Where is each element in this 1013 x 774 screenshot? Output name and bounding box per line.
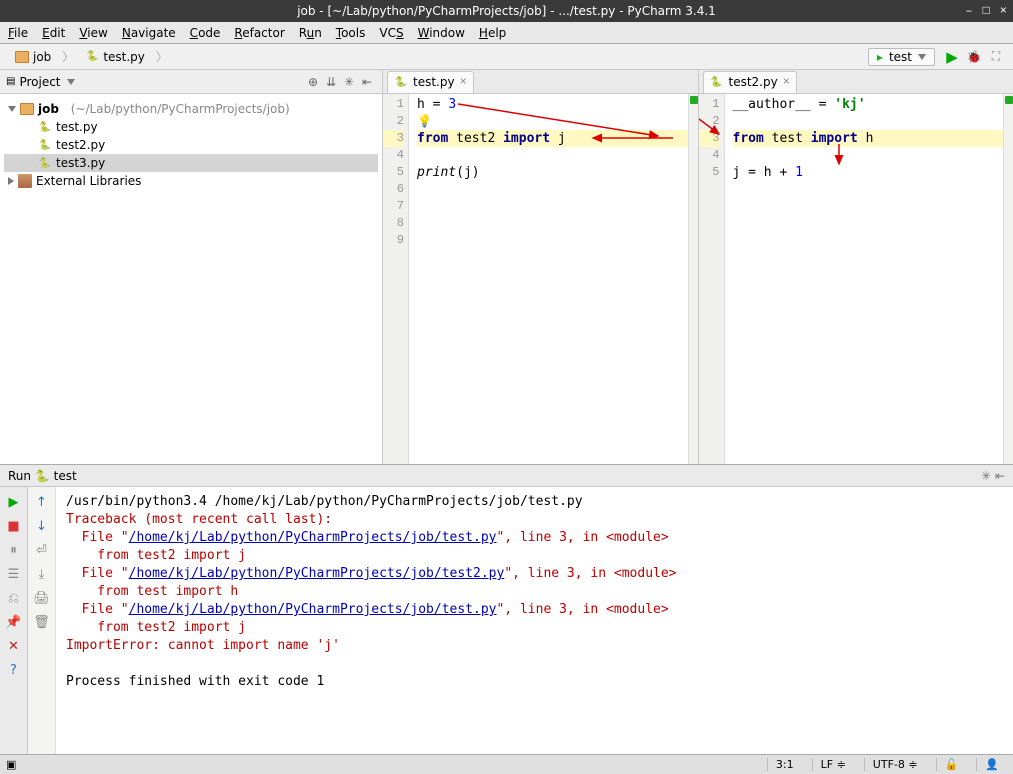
window-titlebar: job - [~/Lab/python/PyCharmProjects/job]…: [0, 0, 1013, 22]
file-link[interactable]: /home/kj/Lab/python/PyCharmProjects/job/…: [129, 602, 497, 617]
rerun-icon[interactable]: ▶: [5, 493, 23, 511]
tree-file[interactable]: test2.py: [4, 136, 378, 154]
gutter[interactable]: 12345: [699, 94, 725, 464]
soft-wrap-icon[interactable]: ⏎: [33, 541, 51, 559]
expand-icon[interactable]: [8, 177, 14, 185]
dropdown-icon: [67, 79, 75, 85]
down-icon[interactable]: ↓: [33, 517, 51, 535]
editor-area: test.py× 123456789 h = 3 💡 from test2 im…: [383, 70, 1013, 464]
run-config-selector[interactable]: ▸test: [868, 48, 935, 66]
clear-all-icon[interactable]: 🗑: [33, 613, 51, 631]
help-icon[interactable]: ?: [5, 661, 23, 679]
folder-icon: [15, 51, 29, 63]
dump-threads-icon[interactable]: ☰: [5, 565, 23, 583]
menu-navigate[interactable]: Navigate: [122, 26, 176, 40]
line-ending[interactable]: LF ≑: [812, 758, 854, 771]
gutter[interactable]: 123456789: [383, 94, 409, 464]
tab-test2-py[interactable]: test2.py×: [703, 71, 797, 93]
inspection-ok-icon: [690, 96, 698, 104]
tab-test-py[interactable]: test.py×: [387, 71, 474, 93]
print-icon[interactable]: 🖨: [33, 589, 51, 607]
python-file-icon: [38, 156, 52, 170]
scroll-to-end-icon[interactable]: ⤓: [33, 565, 51, 583]
menu-refactor[interactable]: Refactor: [234, 26, 284, 40]
tree-file[interactable]: test.py: [4, 118, 378, 136]
menu-code[interactable]: Code: [190, 26, 221, 40]
breadcrumb-root[interactable]: job: [6, 47, 60, 67]
stop-icon[interactable]: ■: [5, 517, 23, 535]
python-file-icon: [85, 50, 99, 64]
project-title: Project: [19, 75, 60, 89]
code-editor[interactable]: h = 3 💡 from test2 import j print(j): [409, 94, 698, 464]
run-panel: Run 🐍 test ✳ ⇤ ▶ ■ ⏸ ☰ ⎌ 📌 ✕ ? ↑ ↓ ⏎ ⤓ 🖨…: [0, 465, 1013, 754]
maximize-icon[interactable]: □: [983, 4, 990, 18]
breadcrumb-file[interactable]: test.py: [76, 47, 154, 67]
error-stripe[interactable]: [1003, 94, 1013, 464]
menu-edit[interactable]: Edit: [42, 26, 65, 40]
libraries-icon: [18, 174, 32, 188]
menu-file[interactable]: File: [8, 26, 28, 40]
python-file-icon: [38, 138, 52, 152]
encoding[interactable]: UTF-8 ≑: [864, 758, 926, 771]
tree-file-selected[interactable]: test3.py: [4, 154, 378, 172]
menu-bar: File Edit View Navigate Code Refactor Ru…: [0, 22, 1013, 44]
pause-icon[interactable]: ⏸: [5, 541, 23, 559]
python-file-icon: [394, 75, 408, 89]
nav-toolbar: job 〉 test.py 〉 ▸test ▶ 🐞 ⛶: [0, 44, 1013, 70]
breadcrumb-sep-icon: 〉: [156, 48, 168, 65]
menu-tools[interactable]: Tools: [336, 26, 366, 40]
python-file-icon: [710, 75, 724, 89]
error-stripe[interactable]: [688, 94, 698, 464]
file-link[interactable]: /home/kj/Lab/python/PyCharmProjects/job/…: [129, 530, 497, 545]
status-bar: ▣ 3:1 LF ≑ UTF-8 ≑ 🔓 👤: [0, 754, 1013, 774]
hector-icon[interactable]: 👤: [976, 758, 1007, 771]
menu-run[interactable]: Run: [299, 26, 322, 40]
close-icon[interactable]: ×: [1000, 4, 1007, 18]
restore-layout-icon[interactable]: ⎌: [5, 589, 23, 607]
project-tree[interactable]: job (~/Lab/python/PyCharmProjects/job) t…: [0, 94, 382, 464]
collapse-all-icon[interactable]: ⇊: [323, 74, 339, 90]
settings-icon[interactable]: ✳: [341, 74, 357, 90]
run-panel-label: Run: [8, 469, 31, 483]
tree-external-libs[interactable]: External Libraries: [4, 172, 378, 190]
breadcrumb-sep-icon: 〉: [62, 48, 74, 65]
project-pane: ▤Project ⊕ ⇊ ✳ ⇤ job (~/Lab/python/PyCha…: [0, 70, 383, 464]
up-icon[interactable]: ↑: [33, 493, 51, 511]
editor-left: test.py× 123456789 h = 3 💡 from test2 im…: [383, 70, 699, 464]
window-title: job - [~/Lab/python/PyCharmProjects/job]…: [297, 4, 716, 18]
console-output[interactable]: /usr/bin/python3.4 /home/kj/Lab/python/P…: [56, 487, 1013, 754]
menu-window[interactable]: Window: [418, 26, 465, 40]
dropdown-icon: [918, 54, 926, 60]
scroll-from-source-icon[interactable]: ⊕: [305, 74, 321, 90]
pin-icon[interactable]: 📌: [5, 613, 23, 631]
inspection-ok-icon: [1005, 96, 1013, 104]
menu-vcs[interactable]: VCS: [379, 26, 403, 40]
intention-bulb-icon[interactable]: 💡: [417, 114, 432, 128]
console-toolbar: ↑ ↓ ⏎ ⤓ 🖨 🗑: [28, 487, 56, 754]
coverage-icon[interactable]: ⛶: [987, 48, 1005, 66]
close-tab-icon[interactable]: ×: [783, 75, 790, 89]
file-link[interactable]: /home/kj/Lab/python/PyCharmProjects/job/…: [129, 566, 505, 581]
code-editor[interactable]: __author__ = 'kj' from test import h j =…: [725, 94, 1013, 464]
lock-icon[interactable]: 🔓: [936, 758, 967, 771]
settings-icon[interactable]: ✳: [981, 469, 991, 483]
debug-icon[interactable]: 🐞: [965, 48, 983, 66]
caret-position[interactable]: 3:1: [767, 758, 802, 771]
close-icon[interactable]: ✕: [5, 637, 23, 655]
run-side-toolbar: ▶ ■ ⏸ ☰ ⎌ 📌 ✕ ?: [0, 487, 28, 754]
menu-view[interactable]: View: [79, 26, 107, 40]
tree-root[interactable]: job (~/Lab/python/PyCharmProjects/job): [4, 100, 378, 118]
hide-icon[interactable]: ⇤: [995, 469, 1005, 483]
python-file-icon: [38, 120, 52, 134]
editor-right: test2.py× 12345 __author__ = 'kj' from t…: [699, 70, 1013, 464]
minimize-icon[interactable]: –: [965, 4, 972, 18]
run-config-name: test: [54, 469, 77, 483]
folder-icon: [20, 103, 34, 115]
tool-windows-icon[interactable]: ▣: [6, 758, 16, 771]
hide-icon[interactable]: ⇤: [359, 74, 375, 90]
menu-help[interactable]: Help: [479, 26, 506, 40]
close-tab-icon[interactable]: ×: [460, 75, 467, 89]
run-icon[interactable]: ▶: [943, 48, 961, 66]
expand-icon[interactable]: [8, 106, 16, 112]
